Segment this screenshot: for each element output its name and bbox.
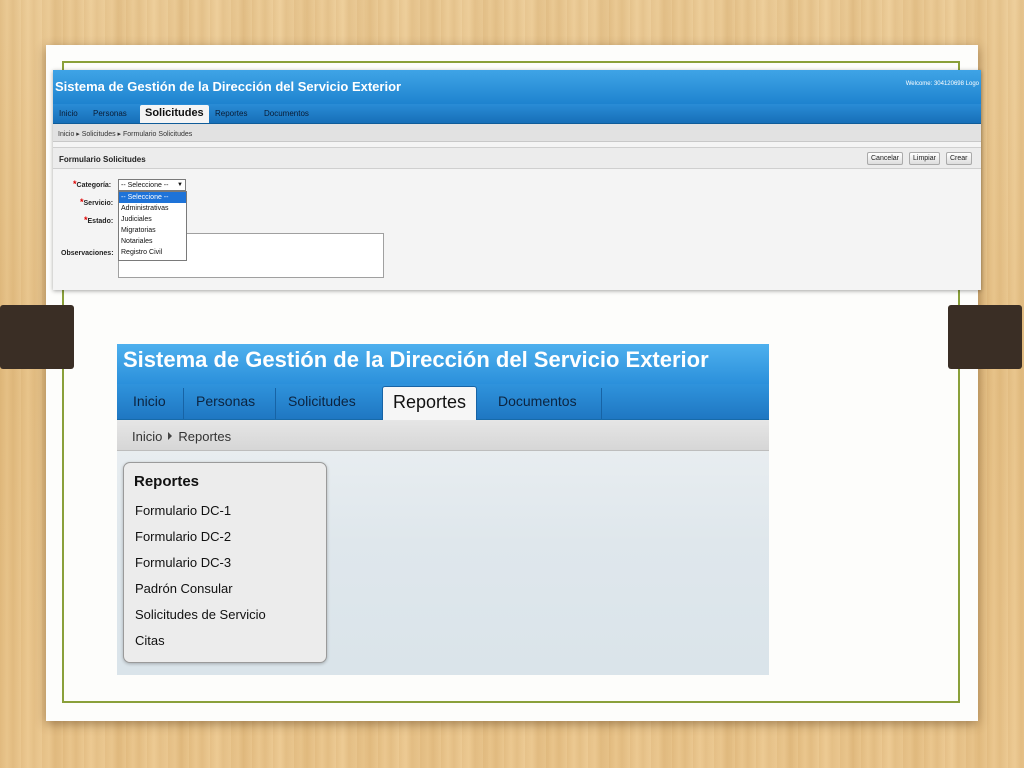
dropdown-option[interactable]: -- Seleccione -- xyxy=(119,192,186,203)
tab-reportes[interactable]: Reportes xyxy=(382,386,478,420)
estado-label: *Estado: xyxy=(84,215,114,225)
tab-documentos[interactable]: Documentos xyxy=(264,109,309,118)
categoria-dropdown-list: -- Seleccione -- Administrativas Judicia… xyxy=(118,191,187,261)
app-title: Sistema de Gestión de la Dirección del S… xyxy=(55,79,402,94)
tab-separator xyxy=(275,388,276,419)
screenshot-solicitudes-form: Sistema de Gestión de la Dirección del S… xyxy=(53,70,981,290)
report-link-dc2[interactable]: Formulario DC-2 xyxy=(135,529,231,544)
breadcrumb-current: Reportes xyxy=(178,429,232,444)
cancel-button[interactable]: Cancelar xyxy=(867,152,904,165)
tab-separator xyxy=(183,388,184,419)
tab-personas[interactable]: Personas xyxy=(93,109,127,118)
dropdown-option[interactable]: Migratorias xyxy=(119,225,186,236)
app-header: Sistema de Gestión de la Dirección del S… xyxy=(117,344,769,384)
dropdown-option[interactable]: Registro Civil xyxy=(119,247,186,258)
tab-solicitudes[interactable]: Solicitudes xyxy=(140,105,209,123)
tab-documentos[interactable]: Documentos xyxy=(498,393,577,409)
breadcrumb: Inicio Reportes xyxy=(117,420,769,451)
categoria-select[interactable]: -- Seleccione -- ▼ xyxy=(118,179,186,191)
tab-inicio[interactable]: Inicio xyxy=(133,393,166,409)
binder-clip-right xyxy=(948,305,1022,369)
card-title: Reportes xyxy=(134,473,200,490)
breadcrumb: Inicio ▸ Solicitudes ▸ Formulario Solici… xyxy=(53,124,981,142)
welcome-text: Welcome: 304120698 Logo xyxy=(905,81,979,87)
tab-personas[interactable]: Personas xyxy=(196,393,255,409)
reportes-menu-card: Reportes Formulario DC-1 Formulario DC-2… xyxy=(123,462,327,663)
dropdown-option[interactable]: Judiciales xyxy=(119,214,186,225)
app-header: Sistema de Gestión de la Dirección del S… xyxy=(53,70,981,104)
app-title: Sistema de Gestión de la Dirección del S… xyxy=(123,347,709,372)
create-button[interactable]: Crear xyxy=(946,152,972,165)
servicio-label: *Servicio: xyxy=(80,197,114,207)
report-link-dc3[interactable]: Formulario DC-3 xyxy=(135,555,231,570)
categoria-label: *Categoría: xyxy=(73,179,112,189)
observaciones-label: Observaciones: xyxy=(61,250,114,257)
panel-header: Formulario Solicitudes Cancelar Limpiar … xyxy=(53,147,981,169)
nav-bar: Inicio Personas Solicitudes Reportes Doc… xyxy=(53,104,981,124)
tab-reportes[interactable]: Reportes xyxy=(215,109,247,118)
breadcrumb-home[interactable]: Inicio xyxy=(132,429,162,444)
dropdown-option[interactable]: Administrativas xyxy=(119,203,186,214)
report-link-dc1[interactable]: Formulario DC-1 xyxy=(135,503,231,518)
panel-title: Formulario Solicitudes xyxy=(59,155,146,164)
screenshot-reportes: Sistema de Gestión de la Dirección del S… xyxy=(117,344,769,675)
tab-inicio[interactable]: Inicio xyxy=(59,109,78,118)
dropdown-arrow-icon: ▼ xyxy=(177,182,183,188)
tab-solicitudes[interactable]: Solicitudes xyxy=(288,393,356,409)
report-link-solicitudes[interactable]: Solicitudes de Servicio xyxy=(135,607,266,622)
report-link-padron[interactable]: Padrón Consular xyxy=(135,581,233,596)
report-link-citas[interactable]: Citas xyxy=(135,633,165,648)
tab-separator xyxy=(601,388,602,419)
breadcrumb-caret-icon xyxy=(168,432,173,440)
dropdown-option[interactable]: Notariales xyxy=(119,236,186,247)
nav-bar: Inicio Personas Solicitudes Reportes Doc… xyxy=(117,384,769,420)
binder-clip-left xyxy=(0,305,74,369)
clear-button[interactable]: Limpiar xyxy=(909,152,940,165)
